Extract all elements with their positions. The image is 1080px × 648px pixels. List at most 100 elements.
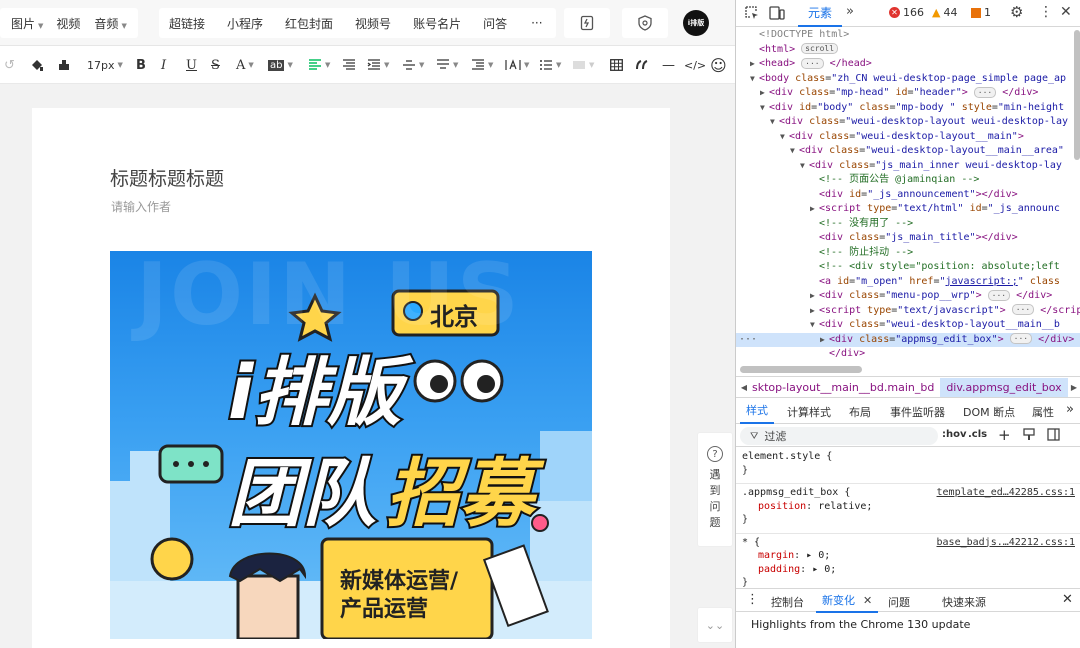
paragraph-spacing-icon[interactable]: ▼ [471, 55, 493, 75]
styles-pane[interactable]: element.style {} .appmsg_edit_box {templa… [736, 448, 1080, 588]
account-avatar[interactable]: i排版 [683, 10, 709, 36]
align-left-icon[interactable]: ▼ [308, 55, 330, 75]
bg-color-button[interactable]: ab ▼ [268, 55, 293, 75]
expand-toggle-icon[interactable]: ▶ [820, 333, 829, 348]
cover-image[interactable]: JOIN US 北京 i排版 团队 招募 新媒体运营/ 产品运营 [110, 251, 592, 639]
scroll-down-button[interactable]: ⌄⌄ [697, 607, 733, 643]
strikethrough-button[interactable]: S [211, 55, 220, 75]
device-toolbar-icon[interactable] [769, 6, 785, 23]
close-icon[interactable]: ✕ [1060, 4, 1072, 20]
tab-layout[interactable]: 布局 [849, 404, 871, 420]
dom-node-line[interactable]: ▼ <div class="weui-desktop-layout__main__… [736, 318, 1080, 333]
divider-button[interactable]: — [662, 55, 675, 75]
clear-format-icon[interactable] [57, 55, 71, 75]
more-style-tabs-icon[interactable]: » [1066, 402, 1074, 417]
shield-icon[interactable] [622, 8, 668, 38]
dom-node-line[interactable]: <a id="m_open" href="javascript:;" class [736, 275, 1080, 290]
more-tabs-icon[interactable]: » [846, 4, 854, 19]
error-count[interactable]: ✕ 166 [889, 6, 924, 19]
sidebar-toggle-icon[interactable] [1047, 428, 1060, 444]
dom-tree[interactable]: <!DOCTYPE html> <html> scroll ▶ <head> ··· … [736, 28, 1080, 368]
expand-toggle-icon[interactable]: ▼ [770, 115, 779, 130]
drawer-menu-icon[interactable]: ⋮ [746, 592, 759, 607]
insert-channels-button[interactable]: 视频号 [333, 15, 391, 32]
css-rule[interactable]: .appmsg_edit_box {template_ed…42285.css:… [736, 483, 1080, 530]
insert-miniprogram-button[interactable]: 小程序 [205, 15, 263, 32]
code-button[interactable]: </> [684, 55, 706, 75]
tab-properties[interactable]: 属性 [1032, 404, 1054, 420]
paint-icon[interactable] [1023, 428, 1035, 444]
more-inserts-button[interactable]: ··· [507, 16, 542, 30]
tab-console[interactable]: 控制台 [771, 594, 804, 610]
css-rule[interactable]: element.style {} [736, 448, 1080, 480]
dom-node-line[interactable]: <!-- 防止抖动 --> [736, 246, 1080, 261]
close-drawer-icon[interactable]: ✕ [1062, 592, 1073, 607]
align-justify-icon[interactable] [342, 55, 356, 75]
css-rule[interactable]: * {base_badjs.…42212.css:1 margin: ▸ 0; pa… [736, 532, 1080, 593]
emoji-button[interactable]: ☺ [710, 55, 727, 75]
css-declaration[interactable]: padding: ▸ 0; [742, 563, 1075, 577]
image-style-icon[interactable]: ▼ [572, 55, 594, 75]
dom-node-line[interactable]: ▶ <div class="mp-head" id="header"> ··· <… [736, 86, 1080, 101]
dom-node-line[interactable]: ▶ <div class="menu-pop__wrp"> ··· </div> [736, 289, 1080, 304]
expand-toggle-icon[interactable]: ▶ [810, 304, 819, 319]
dom-node-line[interactable]: ▼ <div id="body" class="mp-body " style="… [736, 101, 1080, 116]
dom-vscroll[interactable] [1074, 30, 1080, 160]
close-tab-icon[interactable]: ✕ [863, 594, 872, 607]
list-icon[interactable]: ▼ [539, 55, 561, 75]
expand-toggle-icon[interactable]: ▼ [810, 318, 819, 333]
dom-node-line[interactable]: ▼ <div class="weui-desktop-layout__main__… [736, 144, 1080, 159]
dom-node-line[interactable]: ▼ <div class="weui-desktop-layout weui-de… [736, 115, 1080, 130]
dom-node-line[interactable]: ··· ▶ <div class="appmsg_edit_box"> ··· </… [736, 332, 1080, 348]
insert-link-button[interactable]: 超链接 [159, 15, 205, 32]
tab-styles[interactable]: 样式 [740, 398, 774, 424]
help-button[interactable]: ? 遇 到 问 题 [697, 432, 733, 547]
line-height-icon[interactable]: ▼ [436, 55, 458, 75]
tab-elements[interactable]: 元素 [798, 0, 842, 27]
dom-node-line[interactable]: ▶ <head> ··· </head> [736, 57, 1080, 72]
crumb-item-selected[interactable]: div.appmsg_edit_box [940, 377, 1068, 397]
tab-dom-breakpoints[interactable]: DOM 断点 [963, 404, 1015, 420]
css-declaration[interactable]: position: relative; [742, 500, 1075, 514]
kebab-menu-icon[interactable]: ⋮ [1039, 4, 1053, 20]
dom-node-line[interactable]: <!-- <div style="position: absolute;left [736, 260, 1080, 275]
tab-whats-new[interactable]: 新变化 ✕ [816, 589, 879, 613]
crumb-right-arrow[interactable]: ▶ [1071, 383, 1077, 392]
media-image-button[interactable]: 图片 ▼ [0, 15, 43, 32]
table-icon[interactable] [610, 55, 623, 75]
hov-toggle[interactable]: :hov [942, 429, 967, 440]
tab-computed[interactable]: 计算样式 [787, 404, 831, 420]
media-video-button[interactable]: 视频 [43, 15, 80, 32]
inspect-icon[interactable] [745, 6, 759, 23]
css-declaration[interactable]: margin: ▸ 0; [742, 549, 1075, 563]
dom-node-line[interactable]: ▶ <script type="text/html" id="_js_announ… [736, 202, 1080, 217]
expand-toggle-icon[interactable]: ▼ [800, 159, 809, 174]
tab-quick-source[interactable]: 快速来源 [942, 594, 986, 610]
dom-node-line[interactable]: <html> scroll [736, 43, 1080, 58]
insert-redpacket-button[interactable]: 红包封面 [263, 15, 333, 32]
expand-toggle-icon[interactable]: ▶ [810, 202, 819, 217]
undo-icon[interactable]: ↺ [4, 55, 15, 75]
cls-toggle[interactable]: .cls [968, 429, 987, 440]
gear-icon[interactable]: ⚙ [1010, 3, 1023, 21]
underline-button[interactable]: U [186, 55, 197, 75]
expand-toggle-icon[interactable]: ▼ [750, 72, 759, 87]
crumb-left-arrow[interactable]: ◀ [736, 383, 752, 392]
indent-icon[interactable]: ▼ [367, 55, 389, 75]
font-size-select[interactable]: 17px ▼ [87, 55, 123, 75]
dom-node-line[interactable]: <!-- 页面公告 @jaminqian --> [736, 173, 1080, 188]
expand-toggle-icon[interactable]: ▼ [760, 101, 769, 116]
format-painter-icon[interactable] [30, 55, 44, 75]
dom-node-line[interactable]: ▼ <div class="weui-desktop-layout__main"> [736, 130, 1080, 145]
dom-node-line[interactable]: </div> [736, 347, 1080, 362]
expand-toggle-icon[interactable]: ▼ [780, 130, 789, 145]
expand-toggle-icon[interactable]: ▼ [790, 144, 799, 159]
crumb-item[interactable]: sktop-layout__main__bd.main_bd [752, 381, 940, 394]
expand-toggle-icon[interactable]: ▶ [750, 57, 759, 72]
dom-scrollbar[interactable] [740, 366, 862, 373]
css-source-link[interactable]: template_ed…42285.css:1 [937, 486, 1075, 500]
expand-toggle-icon[interactable]: ▶ [810, 289, 819, 304]
filter-input[interactable]: 过滤 [764, 428, 786, 444]
issue-count[interactable]: 1 [971, 6, 991, 19]
tab-event-listeners[interactable]: 事件监听器 [890, 404, 945, 420]
